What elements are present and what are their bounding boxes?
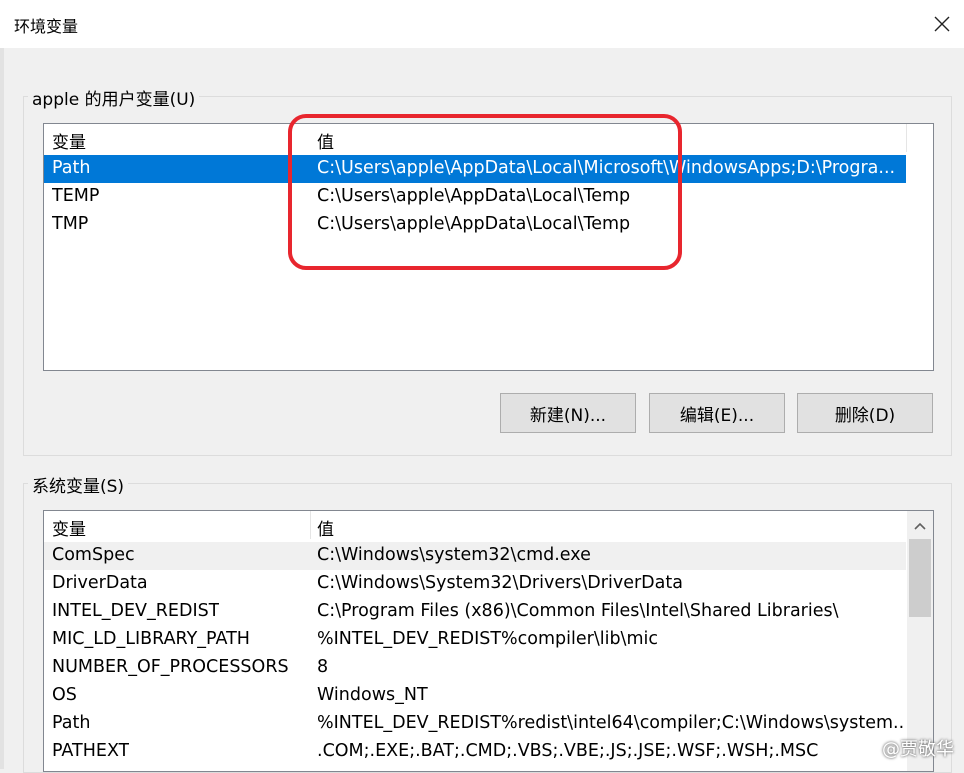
table-row[interactable]: DriverData C:\Windows\System32\Drivers\D…	[44, 570, 906, 598]
scroll-up-button[interactable]	[907, 513, 933, 539]
new-user-variable-button[interactable]: 新建(N)...	[500, 393, 636, 433]
column-header-name[interactable]: 变量	[52, 515, 86, 540]
variable-name: MIC_LD_LIBRARY_PATH	[52, 629, 250, 649]
table-row[interactable]: Path %INTEL_DEV_REDIST%redist\intel64\co…	[44, 710, 906, 738]
variable-name: NUMBER_OF_PROCESSORS	[52, 657, 289, 677]
variable-value: C:\Users\apple\AppData\Local\Microsoft\W…	[317, 158, 896, 178]
variable-value: C:\Windows\System32\Drivers\DriverData	[317, 573, 683, 593]
variable-name: TEMP	[52, 186, 100, 206]
table-row[interactable]: OS Windows_NT	[44, 682, 906, 710]
variable-value: C:\Users\apple\AppData\Local\Temp	[317, 214, 631, 234]
variable-value: 8	[317, 657, 329, 677]
table-row[interactable]: INTEL_DEV_REDIST C:\Program Files (x86)\…	[44, 598, 906, 626]
edit-user-variable-button[interactable]: 编辑(E)...	[649, 393, 785, 433]
variable-name: Path	[52, 713, 91, 733]
table-row[interactable]: NUMBER_OF_PROCESSORS 8	[44, 654, 906, 682]
title-bar: 环境变量	[0, 0, 964, 48]
variable-name: PATHEXT	[52, 741, 130, 761]
variable-name: ComSpec	[52, 545, 135, 565]
column-header-value[interactable]: 值	[317, 128, 334, 153]
table-row[interactable]: MIC_LD_LIBRARY_PATH %INTEL_DEV_REDIST%co…	[44, 626, 906, 654]
variable-name: DriverData	[52, 573, 148, 593]
column-divider[interactable]	[310, 511, 311, 539]
table-row[interactable]: ComSpec C:\Windows\system32\cmd.exe	[44, 542, 906, 570]
list-item[interactable]: TMP C:\Users\apple\AppData\Local\Temp	[44, 211, 906, 239]
system-list-header: 变量 值	[44, 511, 933, 540]
variable-name: Path	[52, 158, 91, 178]
window-title: 环境变量	[14, 17, 79, 36]
user-variables-label: apple 的用户变量(U)	[28, 85, 200, 110]
delete-user-variable-button[interactable]: 删除(D)	[797, 393, 933, 433]
list-item[interactable]: TEMP C:\Users\apple\AppData\Local\Temp	[44, 183, 906, 211]
close-button[interactable]	[920, 0, 964, 48]
watermark: @贾敬华	[882, 739, 954, 760]
variable-name: TMP	[52, 214, 89, 234]
variable-name: INTEL_DEV_REDIST	[52, 601, 220, 621]
chevron-up-icon	[914, 522, 926, 530]
user-list-header: 变量 值	[44, 124, 933, 153]
variable-value: .COM;.EXE;.BAT;.CMD;.VBS;.VBE;.JS;.JSE;.…	[317, 741, 819, 761]
background-window-edge	[0, 48, 4, 769]
close-icon	[934, 16, 950, 32]
column-divider[interactable]	[906, 124, 907, 152]
scroll-thumb[interactable]	[909, 539, 931, 617]
system-variables-list[interactable]: 变量 值 ComSpec C:\Windows\system32\cmd.exe…	[43, 510, 934, 772]
variable-value: C:\Windows\system32\cmd.exe	[317, 545, 591, 565]
table-row[interactable]: PATHEXT .COM;.EXE;.BAT;.CMD;.VBS;.VBE;.J…	[44, 738, 906, 766]
variable-value: C:\Users\apple\AppData\Local\Temp	[317, 186, 631, 206]
list-item[interactable]: Path C:\Users\apple\AppData\Local\Micros…	[44, 155, 906, 183]
variable-value: C:\Program Files (x86)\Common Files\Inte…	[317, 601, 839, 621]
variable-value: %INTEL_DEV_REDIST%compiler\lib\mic	[317, 629, 658, 649]
variable-value: %INTEL_DEV_REDIST%redist\intel64\compile…	[317, 713, 905, 733]
vertical-scrollbar[interactable]	[907, 511, 933, 771]
system-variables-label: 系统变量(S)	[28, 472, 129, 497]
column-divider[interactable]	[290, 124, 291, 152]
variable-value: Windows_NT	[317, 685, 428, 705]
user-variables-list[interactable]: 变量 值 Path C:\Users\apple\AppData\Local\M…	[43, 123, 934, 371]
column-header-name[interactable]: 变量	[52, 128, 86, 153]
column-header-value[interactable]: 值	[317, 515, 334, 540]
variable-name: OS	[52, 685, 77, 705]
